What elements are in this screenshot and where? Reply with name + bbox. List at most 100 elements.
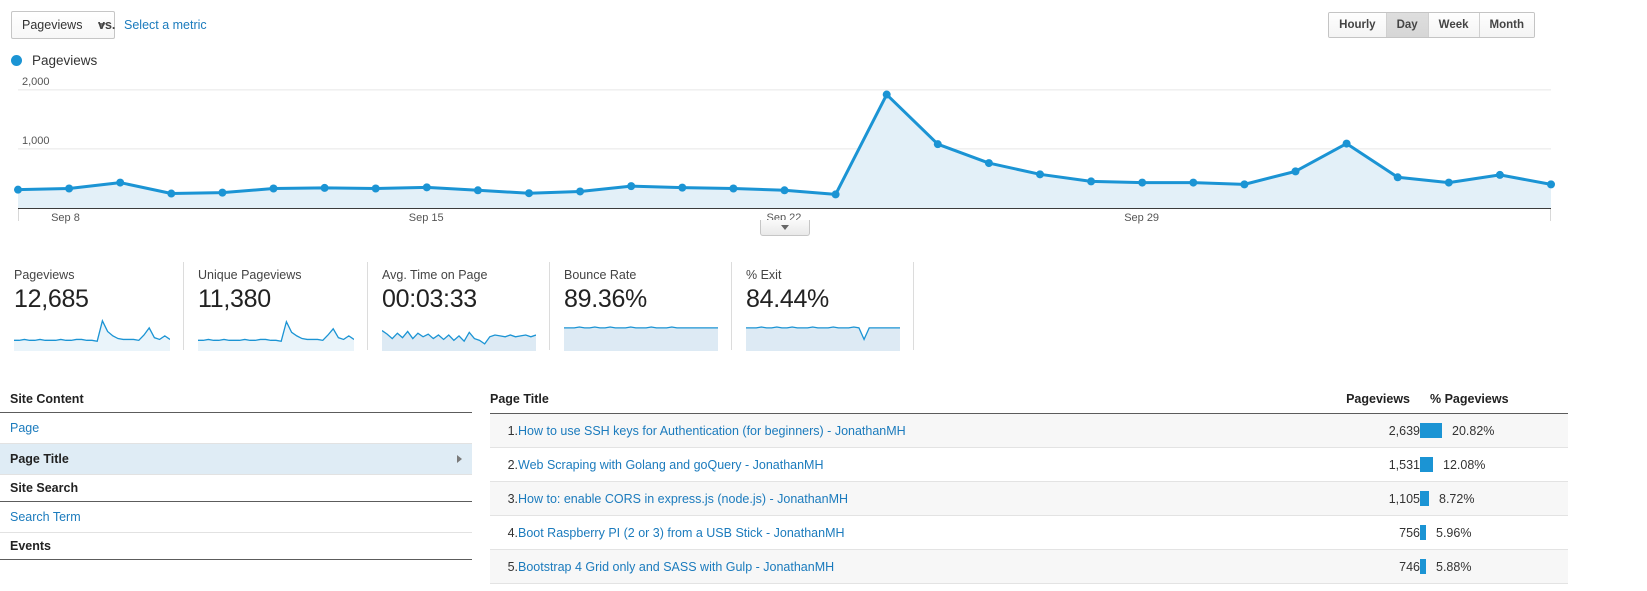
metric-card-sparkline: [14, 318, 171, 351]
pct-value-label: 8.72%: [1439, 491, 1475, 506]
row-pageviews-value: 1,105: [1330, 481, 1420, 516]
metric-card-bounce-rate[interactable]: Bounce Rate 89.36%: [550, 262, 732, 351]
metric-card-title: Unique Pageviews: [198, 268, 302, 282]
metric-card-sparkline: [198, 319, 355, 351]
period-button-hourly[interactable]: Hourly: [1329, 13, 1387, 37]
metric-card-title: Pageviews: [14, 268, 75, 282]
metric-select-label: Pageviews: [22, 18, 83, 32]
row-index: 5.: [490, 549, 518, 584]
row-page-title-cell: Bootstrap 4 Grid only and SASS with Gulp…: [518, 549, 1330, 584]
pct-bar: [1420, 457, 1433, 472]
pct-value-label: 12.08%: [1443, 457, 1486, 472]
metric-card-value: 11,380: [198, 285, 271, 313]
dimension-sidebar: Site Content Page Page Title Site Search Sea…: [0, 386, 472, 560]
row-page-title-cell: Boot Raspberry PI (2 or 3) from a USB St…: [518, 515, 1330, 550]
pct-bar: [1420, 491, 1429, 506]
pageviews-chart[interactable]: [0, 78, 1568, 208]
row-index: 3.: [490, 481, 518, 516]
metric-card-value: 84.44%: [746, 285, 829, 313]
table-row[interactable]: 1. How to use SSH keys for Authentication…: [490, 413, 1568, 448]
select-metric-link[interactable]: Select a metric: [124, 18, 207, 32]
row-pageviews-value: 2,639: [1330, 413, 1420, 448]
sidebar-item-page-title[interactable]: Page Title: [0, 444, 472, 475]
pages-table: Page Title Pageviews % Pageviews 1. How t…: [490, 386, 1568, 584]
legend-color-dot: [11, 55, 22, 66]
row-pct-pageviews-cell: 5.88%: [1420, 549, 1568, 584]
sidebar-item-label: Page Title: [10, 452, 69, 466]
metric-card-sparkline: [564, 326, 718, 351]
metric-card-unique-pageviews[interactable]: Unique Pageviews 11,380: [184, 262, 368, 351]
sidebar-item-label: Search Term: [10, 510, 81, 524]
chart-svg: [14, 89, 1555, 208]
row-index: 2.: [490, 447, 518, 482]
metric-card-sparkline: [381, 330, 537, 351]
column-header-page-title[interactable]: Page Title: [490, 386, 1330, 414]
metric-card-title: % Exit: [746, 268, 782, 282]
metric-card-title: Avg. Time on Page: [382, 268, 488, 282]
period-button-week[interactable]: Week: [1428, 13, 1480, 37]
chevron-down-icon: [781, 225, 789, 230]
vs-label: vs.: [98, 18, 116, 32]
chart-toolbar: Pageviews vs. Select a metric Hourly Day…: [0, 0, 1568, 50]
row-page-title-cell: Web Scraping with Golang and goQuery - J…: [518, 447, 1330, 482]
page-title-link[interactable]: Web Scraping with Golang and goQuery - J…: [518, 458, 824, 472]
table-row[interactable]: 3. How to: enable CORS in express.js (nod…: [490, 481, 1568, 516]
chevron-right-icon: [457, 455, 462, 463]
metric-card-title: Bounce Rate: [564, 268, 637, 282]
row-pageviews-value: 1,531: [1330, 447, 1420, 482]
content-area: Pageviews vs. Select a metric Hourly Day…: [0, 0, 1568, 591]
x-tick-label: Sep 29: [1124, 212, 1160, 224]
pct-bar: [1420, 423, 1442, 438]
x-tick-label: Sep 8: [51, 212, 80, 224]
row-index: 4.: [490, 515, 518, 550]
pct-bar: [1420, 559, 1426, 574]
sidebar-group-title-events: Events: [0, 533, 472, 560]
pct-value-label: 5.88%: [1436, 559, 1472, 574]
legend-series-label: Pageviews: [32, 53, 98, 68]
column-header-pageviews[interactable]: Pageviews: [1330, 386, 1420, 414]
sidebar-item-page[interactable]: Page: [0, 413, 472, 444]
metric-card-exit[interactable]: % Exit 84.44%: [732, 262, 914, 351]
row-pageviews-value: 746: [1330, 549, 1420, 584]
metric-card-pageviews[interactable]: Pageviews 12,685: [0, 262, 184, 351]
row-page-title-cell: How to: enable CORS in express.js (node.…: [518, 481, 1330, 516]
metric-card-value: 00:03:33: [382, 285, 477, 313]
chart-legend: Pageviews: [11, 53, 97, 68]
period-button-day[interactable]: Day: [1386, 13, 1429, 37]
pages-table-area: Page Title Pageviews % Pageviews 1. How t…: [490, 386, 1568, 584]
column-header-pct-pageviews[interactable]: % Pageviews: [1420, 386, 1568, 414]
period-button-month[interactable]: Month: [1479, 13, 1534, 37]
page-title-link[interactable]: How to: enable CORS in express.js (node.…: [518, 492, 848, 506]
table-row[interactable]: 2. Web Scraping with Golang and goQuery -…: [490, 447, 1568, 482]
metric-card-value: 12,685: [14, 285, 89, 313]
y-tick-label: 1,000: [22, 134, 50, 147]
row-index: 1.: [490, 413, 518, 448]
sidebar-item-search-term[interactable]: Search Term: [0, 502, 472, 533]
pct-value-label: 5.96%: [1436, 525, 1472, 540]
table-row[interactable]: 4. Boot Raspberry PI (2 or 3) from a USB …: [490, 515, 1568, 550]
metric-summary-cards: Pageviews 12,685 Unique Pageviews 11,380 Avg…: [0, 262, 914, 351]
page-title-link[interactable]: Bootstrap 4 Grid only and SASS with Gulp…: [518, 560, 834, 574]
sidebar-item-label: Page: [10, 421, 40, 435]
row-pct-pageviews-cell: 20.82%: [1420, 413, 1568, 448]
metric-card-avg-time-on-page[interactable]: Avg. Time on Page 00:03:33: [368, 262, 550, 351]
analytics-page: Pageviews vs. Select a metric Hourly Day…: [0, 0, 1647, 591]
pct-bar: [1420, 525, 1426, 540]
row-pct-pageviews-cell: 8.72%: [1420, 481, 1568, 516]
period-selector: Hourly Day Week Month: [1328, 12, 1535, 38]
row-pageviews-value: 756: [1330, 515, 1420, 550]
sidebar-group-title-site-search: Site Search: [0, 475, 472, 502]
table-header-row: Page Title Pageviews % Pageviews: [490, 386, 1568, 414]
page-title-link[interactable]: How to use SSH keys for Authentication (…: [518, 424, 906, 438]
sidebar-group-title-site-content: Site Content: [0, 386, 472, 413]
metric-card-value: 89.36%: [564, 285, 647, 313]
chart-range-handle[interactable]: [760, 220, 810, 236]
table-row[interactable]: 5. Bootstrap 4 Grid only and SASS with Gu…: [490, 549, 1568, 584]
x-tick-label: Sep 15: [408, 212, 444, 224]
y-tick-label: 2,000: [22, 75, 50, 88]
row-page-title-cell: How to use SSH keys for Authentication (…: [518, 413, 1330, 448]
row-pct-pageviews-cell: 5.96%: [1420, 515, 1568, 550]
row-pct-pageviews-cell: 12.08%: [1420, 447, 1568, 482]
page-title-link[interactable]: Boot Raspberry PI (2 or 3) from a USB St…: [518, 526, 845, 540]
metric-card-sparkline: [746, 326, 900, 351]
